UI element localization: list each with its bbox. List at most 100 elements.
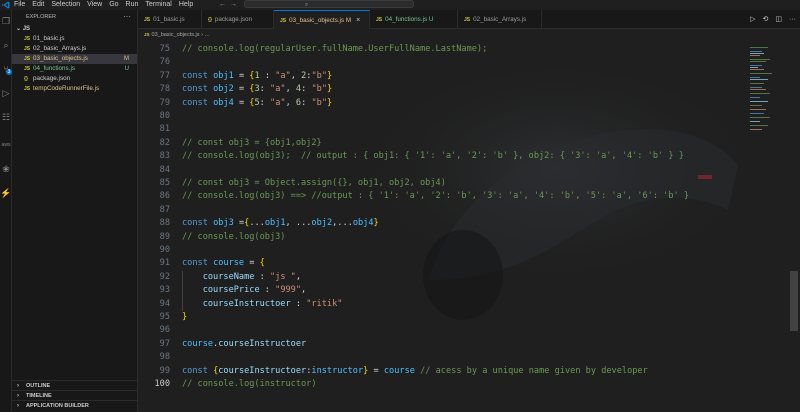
python-icon[interactable]: ❀ [0, 162, 12, 176]
menu-run[interactable]: Run [126, 0, 139, 10]
json-file-icon: {} [208, 17, 212, 23]
file-name: tempCodeRunnerFile.js [33, 85, 100, 92]
code-token: obj2 [213, 84, 234, 95]
panel-timeline[interactable]: › TIMELINE [12, 390, 138, 400]
code-token: obj2 [311, 218, 333, 229]
file-item[interactable]: JS 04_functions.js U [12, 64, 137, 74]
code-token: } [363, 365, 369, 376]
editor-area: JS 01_basic.js{} package.json JS 03_basic_ob… [138, 10, 800, 412]
source-control-icon[interactable]: ⑂ [0, 62, 12, 76]
file-item[interactable]: {} package.json [12, 74, 137, 84]
code-line[interactable]: 92 courseName : "js ", [138, 271, 748, 284]
code-token: // const obj3 = {obj1,obj2} [182, 137, 322, 148]
editor-tab[interactable]: JS 04_functions.js U [370, 10, 458, 29]
code-line[interactable]: 91 const course = { [138, 257, 748, 270]
line-content: const obj4 = {5: "a", 6: "b"} [182, 97, 333, 108]
code-line[interactable]: 77 const obj1 = {1 : "a", 2:"b"} [138, 70, 748, 83]
code-line[interactable]: 94 courseInstructoer : "ritik" [138, 298, 748, 311]
code-line[interactable]: 95} [138, 311, 748, 324]
folder-js[interactable]: ⌄ JS [12, 24, 137, 34]
nav-arrows-icon[interactable]: ←→ [219, 0, 241, 10]
line-number: 93 [159, 285, 170, 296]
tab-label: package.json [214, 16, 253, 23]
search-icon[interactable]: ⌕ [0, 38, 12, 52]
file-item[interactable]: JS 03_basic_objects.js M [12, 54, 137, 64]
code-line[interactable]: 99 const {courseInstructoer:instructor} =… [138, 365, 748, 378]
code-line[interactable]: 86 // console.log(obj3) ==> //output : { … [138, 190, 748, 203]
menu-help[interactable]: Help [179, 0, 193, 10]
line-number: 89 [159, 231, 170, 242]
menu-view[interactable]: View [87, 0, 102, 10]
breadcrumb[interactable]: JS 03_basic_objects.js › … [144, 31, 210, 39]
code-token: { [244, 218, 250, 229]
code-line[interactable]: 90 [138, 244, 748, 257]
editor-tab[interactable]: {} package.json [202, 10, 274, 29]
code-line[interactable]: 89 // console.log(obj3) [138, 231, 748, 244]
line-number: 88 [159, 218, 170, 229]
file-item[interactable]: JS 01_basic.js [12, 34, 137, 44]
editor-tab[interactable]: JS 02_basic_Arrays.js [458, 10, 542, 29]
scrollbar-thumb[interactable] [790, 271, 798, 331]
panel-application-builder[interactable]: › APPLICATION BUILDER [12, 400, 138, 410]
line-number: 81 [159, 124, 170, 135]
code-token: obj4 [352, 218, 374, 229]
indent-guide [182, 270, 183, 311]
file-item[interactable]: JS tempCodeRunnerFile.js [12, 84, 137, 94]
code-token: courseInstructoer [218, 338, 307, 349]
extensions-icon[interactable]: ☷ [0, 110, 12, 124]
more-actions-icon[interactable]: ··· [789, 10, 796, 29]
code-line[interactable]: 75 // console.log(regularUser.fullName.Us… [138, 43, 748, 56]
code-editor[interactable]: 75 // console.log(regularUser.fullName.Us… [138, 43, 748, 412]
editor-tab[interactable]: JS 01_basic.js [138, 10, 202, 29]
js-file-icon: JS [376, 17, 383, 23]
code-line[interactable]: 100 // console.log(instructor) [138, 378, 748, 391]
line-number: 75 [159, 44, 170, 54]
code-token: 3 [254, 84, 260, 95]
code-line[interactable]: 93 coursePrice : "999", [138, 284, 748, 297]
menu-edit[interactable]: Edit [32, 0, 44, 10]
menu-terminal[interactable]: Terminal [145, 0, 171, 10]
breadcrumb-file[interactable]: 03_basic_objects.js [152, 32, 200, 38]
vertical-scrollbar[interactable] [788, 43, 800, 412]
search-icon: ⌕ [305, 2, 309, 8]
more-actions-icon[interactable]: ··· [123, 10, 131, 24]
menu-go[interactable]: Go [109, 0, 118, 10]
pull-request-icon[interactable]: ⚡ [0, 186, 12, 200]
run-icon[interactable]: ▷ [750, 10, 755, 29]
code-line[interactable]: 98 [138, 351, 748, 364]
code-line[interactable]: 85 // const obj3 = Object.assign({}, obj1… [138, 177, 748, 190]
line-number: 82 [159, 137, 170, 148]
aws-icon[interactable]: aws [0, 138, 12, 152]
editor-tab[interactable]: JS 03_basic_objects.js M × [274, 10, 370, 29]
code-line[interactable]: 82 // const obj3 = {obj1,obj2} [138, 137, 748, 150]
compare-icon[interactable]: ⟲ [763, 10, 769, 29]
code-line[interactable]: 78 const obj2 = {3: "a", 4: "b"} [138, 83, 748, 96]
code-token: { [259, 258, 265, 269]
menu-selection[interactable]: Selection [51, 0, 80, 10]
code-line[interactable]: 97 course.courseInstructoer [138, 338, 748, 351]
breadcrumb-tail[interactable]: › … [201, 32, 210, 38]
close-tab-icon[interactable]: × [356, 17, 360, 24]
line-content: const obj3 ={...obj1, ...obj2,...obj4} [182, 218, 379, 229]
code-line[interactable]: 83 // console.log(obj3); // output : { ob… [138, 150, 748, 163]
code-line[interactable]: 87 [138, 204, 748, 217]
command-center-search[interactable]: ⌕ [244, 0, 414, 8]
code-line[interactable]: 96 [138, 324, 748, 337]
run-debug-icon[interactable]: ▷ [0, 86, 12, 100]
code-token: const [182, 84, 208, 95]
code-line[interactable]: 79 const obj4 = {5: "a", 6: "b"} [138, 97, 748, 110]
minimap[interactable] [748, 43, 788, 412]
menu-file[interactable]: File [14, 0, 25, 10]
panel-outline[interactable]: › OUTLINE [12, 380, 138, 390]
explorer-icon[interactable]: ❐ [0, 14, 12, 28]
file-item[interactable]: JS 02_basic_Arrays.js [12, 44, 137, 54]
code-line[interactable]: 80 [138, 110, 748, 123]
code-line[interactable]: 84 [138, 164, 748, 177]
file-name: 04_functions.js [33, 65, 76, 72]
vscode-window: File Edit Selection View Go Run Terminal Help ←… [0, 0, 800, 412]
code-line[interactable]: 81 [138, 123, 748, 136]
code-line[interactable]: 88 const obj3 ={...obj1, ...obj2,...obj4} [138, 217, 748, 230]
split-editor-icon[interactable]: ◫ [775, 10, 782, 29]
code-line[interactable]: 76 [138, 56, 748, 69]
js-file-icon: JS [280, 18, 287, 24]
